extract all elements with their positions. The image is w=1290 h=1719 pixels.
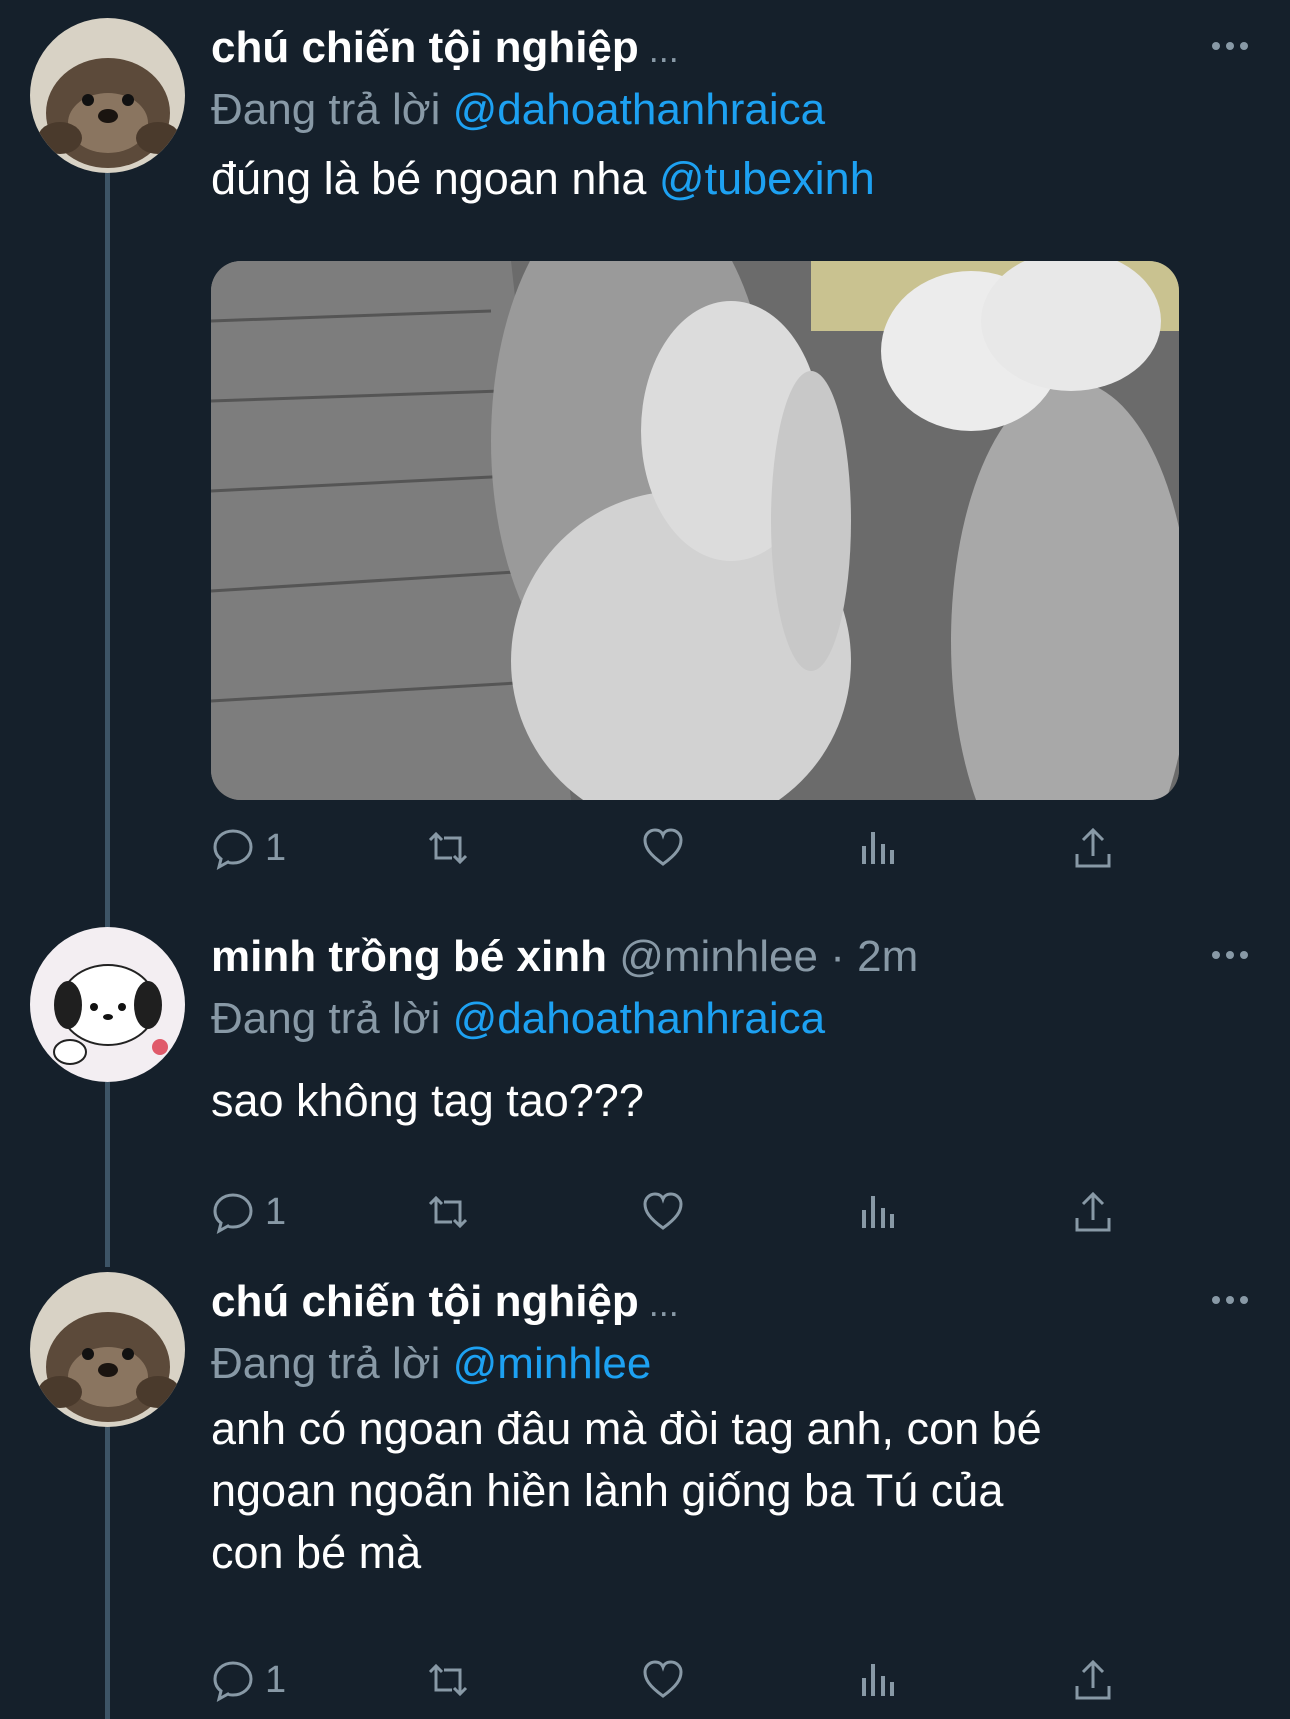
- mention-link[interactable]: @tubexinh: [659, 153, 875, 204]
- like-icon: [643, 1660, 683, 1698]
- reply-mention-link[interactable]: @minhlee: [453, 1339, 652, 1388]
- share-icon: [1075, 1191, 1111, 1232]
- reply-prefix: Đang trả lời: [211, 994, 441, 1043]
- tweet-text: anh có ngoan đâu mà đòi tag anh, con bé …: [211, 1398, 1231, 1584]
- reply-context: Đang trả lời @minhlee: [211, 1334, 651, 1394]
- like-button[interactable]: [641, 1182, 685, 1242]
- reply-button[interactable]: 1: [211, 1650, 286, 1710]
- reply-count: 1: [265, 1190, 287, 1233]
- like-button[interactable]: [641, 818, 685, 878]
- retweet-icon: [428, 1663, 468, 1697]
- reply-prefix: Đang trả lời: [211, 85, 441, 134]
- retweet-button[interactable]: [426, 1182, 470, 1242]
- retweet-icon: [428, 1195, 468, 1229]
- analytics-icon: [862, 832, 894, 864]
- share-button[interactable]: [1071, 1182, 1115, 1242]
- like-button[interactable]: [641, 1650, 685, 1710]
- share-icon: [1075, 827, 1111, 868]
- more-icon[interactable]: [1210, 945, 1250, 965]
- media-photo: [211, 261, 1179, 800]
- reply-count: 1: [265, 1658, 287, 1701]
- tweet-actions: 1: [211, 818, 1271, 878]
- reply-button[interactable]: 1: [211, 818, 286, 878]
- pochacco-avatar-icon: [30, 927, 185, 1082]
- like-icon: [643, 828, 683, 866]
- reply-mention-link[interactable]: @dahoathanhraica: [453, 85, 826, 134]
- tweet-text-part: đúng là bé ngoan nha: [211, 153, 659, 204]
- tweet-text: đúng là bé ngoan nha @tubexinh: [211, 148, 1231, 210]
- otter-avatar-icon: [30, 1272, 185, 1427]
- avatar[interactable]: [30, 927, 185, 1082]
- display-name[interactable]: chú chiến tội nghiệp: [211, 23, 639, 72]
- tweet-actions: 1: [211, 1650, 1271, 1710]
- tweet[interactable]: chú chiến tội nghiệp... Đang trả lời @da…: [0, 0, 1290, 900]
- tweet-text: sao không tag tao???: [211, 1075, 644, 1126]
- analytics-icon: [862, 1664, 894, 1696]
- reply-button[interactable]: 1: [211, 1182, 286, 1242]
- tweet-actions: 1: [211, 1182, 1271, 1242]
- retweet-button[interactable]: [426, 1650, 470, 1710]
- reply-context: Đang trả lời @dahoathanhraica: [211, 80, 825, 140]
- analytics-button[interactable]: [856, 818, 900, 878]
- tweet-text-line: ngoan ngoãn hiền lành giống ba Tú của: [211, 1465, 1004, 1516]
- display-name[interactable]: minh trồng bé xinh: [211, 932, 607, 981]
- name-truncation: ...: [648, 29, 679, 70]
- reply-icon: [213, 1193, 253, 1234]
- reply-context: Đang trả lời @dahoathanhraica: [211, 989, 825, 1049]
- reply-icon: [213, 829, 253, 870]
- tweet[interactable]: minh trồng bé xinh @minhlee · 2m Đang tr…: [0, 910, 1290, 1234]
- more-icon[interactable]: [1210, 1290, 1250, 1310]
- user-handle[interactable]: @minhlee: [619, 932, 818, 981]
- tweet-text-line: con bé mà: [211, 1527, 422, 1578]
- reply-icon: [213, 1661, 253, 1702]
- otter-avatar-icon: [30, 18, 185, 173]
- tweet-media[interactable]: [211, 261, 1179, 800]
- retweet-button[interactable]: [426, 818, 470, 878]
- tweet-text-line: anh có ngoan đâu mà đòi tag anh, con bé: [211, 1403, 1042, 1454]
- reply-mention-link[interactable]: @dahoathanhraica: [453, 994, 826, 1043]
- more-icon[interactable]: [1210, 36, 1250, 56]
- tweet[interactable]: chú chiến tội nghiệp... Đang trả lời @mi…: [0, 1255, 1290, 1719]
- name-truncation: ...: [648, 1283, 679, 1324]
- analytics-icon: [862, 1196, 894, 1228]
- like-icon: [643, 1192, 683, 1230]
- display-name[interactable]: chú chiến tội nghiệp: [211, 1277, 639, 1326]
- avatar[interactable]: [30, 18, 185, 173]
- retweet-icon: [428, 831, 468, 865]
- analytics-button[interactable]: [856, 1182, 900, 1242]
- share-button[interactable]: [1071, 818, 1115, 878]
- avatar[interactable]: [30, 1272, 185, 1427]
- tweet-time[interactable]: · 2m: [830, 932, 918, 981]
- share-icon: [1075, 1659, 1111, 1700]
- share-button[interactable]: [1071, 1650, 1115, 1710]
- reply-prefix: Đang trả lời: [211, 1339, 441, 1388]
- analytics-button[interactable]: [856, 1650, 900, 1710]
- reply-count: 1: [265, 826, 287, 869]
